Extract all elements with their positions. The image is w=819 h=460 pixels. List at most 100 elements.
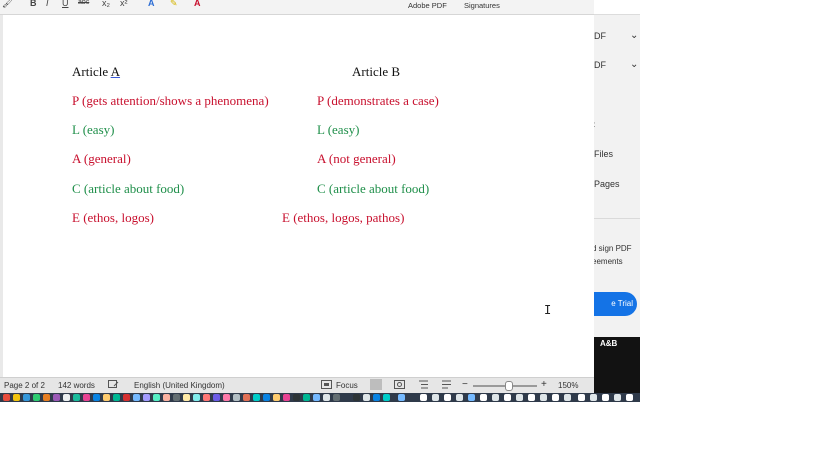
dock-app-icon[interactable] <box>602 394 609 401</box>
dock-app-icon[interactable] <box>373 394 380 401</box>
dock-app-icon[interactable] <box>492 394 499 401</box>
dock-app-icon[interactable] <box>53 394 60 401</box>
underline-icon[interactable]: U <box>62 0 69 10</box>
dock-app-icon[interactable] <box>173 394 180 401</box>
subscript-icon[interactable]: x₂ <box>102 0 110 10</box>
dock-app-icon[interactable] <box>123 394 130 401</box>
dock-app-icon[interactable] <box>303 394 310 401</box>
highlight-icon[interactable]: ✎ <box>170 0 178 10</box>
proofing-icon[interactable] <box>108 380 119 389</box>
dock-app-icon[interactable] <box>143 394 150 401</box>
export-pdf-item[interactable]: DF <box>594 31 606 41</box>
text-effects-icon[interactable]: A <box>148 0 155 10</box>
ribbon-toolbar: 🖌 B I U abc x₂ x² A ✎ A Adobe PDF Signat… <box>0 0 594 15</box>
print-layout-view-icon[interactable] <box>370 379 382 390</box>
dock-app-icon[interactable] <box>456 394 463 401</box>
font-color-icon[interactable]: A <box>194 0 201 10</box>
dock-app-icon[interactable] <box>564 394 571 401</box>
dock-app-icon[interactable] <box>193 394 200 401</box>
dock-app-icon[interactable] <box>23 394 30 401</box>
dock-app-icon[interactable] <box>113 394 120 401</box>
word-count[interactable]: 142 words <box>58 381 95 390</box>
dock-app-icon[interactable] <box>626 394 633 401</box>
panel-item-fragment: : <box>594 120 595 129</box>
format-painter-icon[interactable]: 🖌 <box>2 0 13 10</box>
bold-icon[interactable]: B <box>30 0 37 10</box>
dock-app-icon[interactable] <box>614 394 621 401</box>
dock-app-icon[interactable] <box>363 394 370 401</box>
article-a-heading: Article A <box>72 64 120 79</box>
dock-app-icon[interactable] <box>420 394 427 401</box>
chevron-down-icon[interactable]: ⌄ <box>630 30 638 41</box>
dock-app-icon[interactable] <box>93 394 100 401</box>
page-count[interactable]: Page 2 of 2 <box>4 381 45 390</box>
text-cursor-icon: I <box>544 303 552 317</box>
dock-app-icon[interactable] <box>253 394 260 401</box>
language-indicator[interactable]: English (United Kingdom) <box>134 381 225 390</box>
dock-app-icon[interactable] <box>263 394 270 401</box>
dock-app-icon[interactable] <box>33 394 40 401</box>
zoom-slider-thumb[interactable] <box>505 381 513 391</box>
create-adobe-pdf-button[interactable]: Adobe PDF <box>408 2 447 14</box>
dock-app-icon[interactable] <box>213 394 220 401</box>
document-page[interactable]: Article A Article B P (gets attention/sh… <box>3 15 594 377</box>
dock-app-icon[interactable] <box>444 394 451 401</box>
dock-app-icon[interactable] <box>516 394 523 401</box>
dock-app-icon[interactable] <box>578 394 585 401</box>
dock-app-icon[interactable] <box>43 394 50 401</box>
draft-view-icon[interactable] <box>441 380 452 389</box>
dock-app-icon[interactable] <box>283 394 290 401</box>
dock-app-icon[interactable] <box>293 394 300 401</box>
free-trial-button[interactable]: e Trial <box>594 292 637 316</box>
document-area: Article A Article B P (gets attention/sh… <box>0 15 594 377</box>
focus-icon[interactable] <box>321 380 332 389</box>
dock-app-icon[interactable] <box>243 394 250 401</box>
web-layout-view-icon[interactable] <box>394 380 405 389</box>
sign-pdf-promo-line2: eements <box>594 257 623 266</box>
dock-app-icon[interactable] <box>333 394 340 401</box>
dock-app-icon[interactable] <box>552 394 559 401</box>
edit-pdf-item[interactable]: DF <box>594 60 606 70</box>
strikethrough-icon[interactable]: abc <box>78 0 89 10</box>
article-b-evidence: E (ethos, logos, pathos) <box>282 210 405 225</box>
outline-view-icon[interactable] <box>418 380 429 389</box>
dock-app-icon[interactable] <box>223 394 230 401</box>
zoom-level[interactable]: 150% <box>558 381 578 390</box>
dock-app-icon[interactable] <box>313 394 320 401</box>
focus-button[interactable]: Focus <box>336 381 358 390</box>
dock-app-icon[interactable] <box>83 394 90 401</box>
organize-pages-item[interactable]: Pages <box>594 179 620 189</box>
dock-app-icon[interactable] <box>323 394 330 401</box>
zoom-out-button[interactable]: − <box>462 379 468 390</box>
dock-app-icon[interactable] <box>353 394 360 401</box>
dock-app-icon[interactable] <box>398 394 405 401</box>
dock-app-icon[interactable] <box>590 394 597 401</box>
request-signatures-button[interactable]: Signatures <box>464 2 500 14</box>
dock-app-icon[interactable] <box>3 394 10 401</box>
sign-pdf-promo-line1: d sign PDF <box>594 244 632 253</box>
italic-icon[interactable]: I <box>46 0 49 10</box>
dock-app-icon[interactable] <box>504 394 511 401</box>
dock-app-icon[interactable] <box>468 394 475 401</box>
dock-app-icon[interactable] <box>432 394 439 401</box>
file-name-label: A&B <box>600 339 618 348</box>
dock-app-icon[interactable] <box>183 394 190 401</box>
zoom-in-button[interactable]: + <box>541 379 547 390</box>
dock-app-icon[interactable] <box>480 394 487 401</box>
dock-app-icon[interactable] <box>103 394 110 401</box>
dock-app-icon[interactable] <box>163 394 170 401</box>
dock-app-icon[interactable] <box>153 394 160 401</box>
dock-app-icon[interactable] <box>63 394 70 401</box>
dock-app-icon[interactable] <box>383 394 390 401</box>
dock-app-icon[interactable] <box>203 394 210 401</box>
dock-app-icon[interactable] <box>273 394 280 401</box>
dock-app-icon[interactable] <box>13 394 20 401</box>
dock-app-icon[interactable] <box>528 394 535 401</box>
dock-app-icon[interactable] <box>133 394 140 401</box>
combine-files-item[interactable]: Files <box>594 149 613 159</box>
superscript-icon[interactable]: x² <box>120 0 128 10</box>
chevron-down-icon[interactable]: ⌄ <box>630 59 638 70</box>
dock-app-icon[interactable] <box>233 394 240 401</box>
dock-app-icon[interactable] <box>540 394 547 401</box>
dock-app-icon[interactable] <box>73 394 80 401</box>
